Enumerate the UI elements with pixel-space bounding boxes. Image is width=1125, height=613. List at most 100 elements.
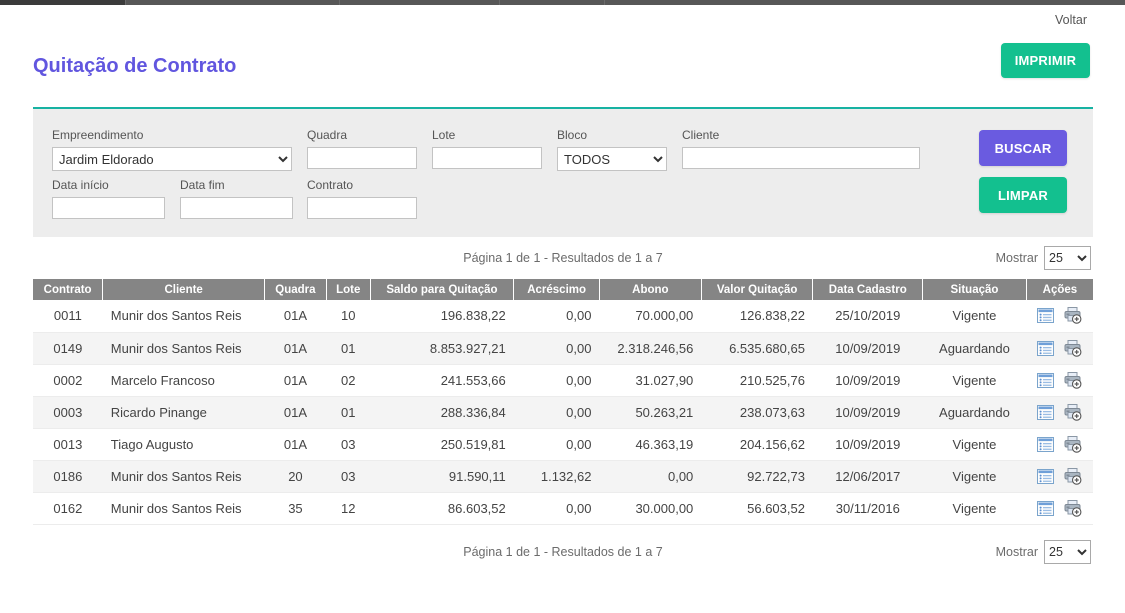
mostrar-select[interactable]: 25: [1044, 540, 1091, 564]
field-cliente: Cliente: [682, 128, 920, 169]
details-list-icon: [1037, 501, 1054, 516]
cell-valor-quitacao: 204.156,62: [701, 428, 813, 460]
pagination-summary: Página 1 de 1 - Resultados de 1 a 7: [33, 545, 1093, 559]
col-header-acoes: Ações: [1026, 279, 1093, 300]
cell-situacao: Vigente: [923, 428, 1027, 460]
cell-abono: 2.318.246,56: [599, 332, 701, 364]
cell-acrescimo: 0,00: [514, 428, 600, 460]
cell-saldo: 241.553,66: [370, 364, 514, 396]
details-action-button[interactable]: [1037, 373, 1054, 388]
cell-data-cadastro: 12/06/2017: [813, 460, 923, 492]
cell-lote: 10: [326, 300, 370, 332]
col-header-lote: Lote: [326, 279, 370, 300]
cell-lote: 01: [326, 332, 370, 364]
field-contrato: Contrato: [307, 178, 417, 219]
cell-contrato: 0162: [33, 492, 103, 524]
cell-contrato: 0186: [33, 460, 103, 492]
pagination-bar-bottom: Página 1 de 1 - Resultados de 1 a 7 Most…: [33, 538, 1093, 566]
print-plus-icon: [1064, 340, 1082, 357]
col-header-contrato: Contrato: [33, 279, 103, 300]
col-header-valor-quitacao: Valor Quitação: [701, 279, 813, 300]
mostrar-label: Mostrar: [996, 545, 1038, 559]
empreendimento-select[interactable]: Jardim Eldorado: [52, 147, 292, 171]
cell-quadra: 01A: [265, 300, 327, 332]
details-action-button[interactable]: [1037, 469, 1054, 484]
details-list-icon: [1037, 437, 1054, 452]
print-action-button[interactable]: [1064, 468, 1082, 485]
imprimir-button[interactable]: IMPRIMIR: [1001, 43, 1090, 78]
print-action-button[interactable]: [1064, 500, 1082, 517]
cell-abono: 70.000,00: [599, 300, 701, 332]
quadra-input[interactable]: [307, 147, 417, 169]
cell-situacao: Vigente: [923, 492, 1027, 524]
buscar-button[interactable]: BUSCAR: [979, 130, 1067, 166]
menu-strip-segment: [604, 0, 1125, 5]
col-header-abono: Abono: [599, 279, 701, 300]
bloco-label: Bloco: [557, 128, 667, 142]
voltar-link[interactable]: Voltar: [1055, 13, 1087, 27]
bloco-select[interactable]: TODOS: [557, 147, 667, 171]
details-action-button[interactable]: [1037, 405, 1054, 420]
mostrar-control: Mostrar 25: [996, 246, 1091, 270]
cell-lote: 01: [326, 396, 370, 428]
cell-cliente: Munir dos Santos Reis: [103, 332, 265, 364]
cell-acoes: [1026, 300, 1093, 332]
table-header-row: Contrato Cliente Quadra Lote Saldo para …: [33, 279, 1093, 300]
print-action-button[interactable]: [1064, 307, 1082, 324]
print-action-button[interactable]: [1064, 372, 1082, 389]
cell-data-cadastro: 10/09/2019: [813, 364, 923, 396]
page-title: Quitação de Contrato: [33, 55, 236, 78]
field-empreendimento: Empreendimento Jardim Eldorado: [52, 128, 292, 171]
details-list-icon: [1037, 341, 1054, 356]
top-menu-strip: [0, 0, 1125, 5]
data-fim-input[interactable]: [180, 197, 293, 219]
field-data-fim: Data fim: [180, 178, 293, 219]
cell-cliente: Munir dos Santos Reis: [103, 460, 265, 492]
cliente-label: Cliente: [682, 128, 920, 142]
mostrar-label: Mostrar: [996, 251, 1038, 265]
cell-saldo: 250.519,81: [370, 428, 514, 460]
cell-acoes: [1026, 396, 1093, 428]
empreendimento-label: Empreendimento: [52, 128, 292, 142]
cell-contrato: 0011: [33, 300, 103, 332]
cell-data-cadastro: 10/09/2019: [813, 332, 923, 364]
field-data-inicio: Data início: [52, 178, 165, 219]
data-inicio-input[interactable]: [52, 197, 165, 219]
print-action-button[interactable]: [1064, 436, 1082, 453]
details-action-button[interactable]: [1037, 341, 1054, 356]
mostrar-select[interactable]: 25: [1044, 246, 1091, 270]
table-row: 0149 Munir dos Santos Reis 01A 01 8.853.…: [33, 332, 1093, 364]
lote-input[interactable]: [432, 147, 542, 169]
print-action-button[interactable]: [1064, 404, 1082, 421]
details-action-button[interactable]: [1037, 437, 1054, 452]
cell-saldo: 91.590,11: [370, 460, 514, 492]
print-action-button[interactable]: [1064, 340, 1082, 357]
cell-valor-quitacao: 126.838,22: [701, 300, 813, 332]
cell-saldo: 86.603,52: [370, 492, 514, 524]
contrato-label: Contrato: [307, 178, 417, 192]
cliente-input[interactable]: [682, 147, 920, 169]
cell-abono: 50.263,21: [599, 396, 701, 428]
print-plus-icon: [1064, 500, 1082, 517]
col-header-acrescimo: Acréscimo: [514, 279, 600, 300]
table-row: 0186 Munir dos Santos Reis 20 03 91.590,…: [33, 460, 1093, 492]
data-inicio-label: Data início: [52, 178, 165, 192]
contrato-input[interactable]: [307, 197, 417, 219]
print-plus-icon: [1064, 468, 1082, 485]
cell-data-cadastro: 10/09/2019: [813, 428, 923, 460]
details-action-button[interactable]: [1037, 501, 1054, 516]
cell-cliente: Munir dos Santos Reis: [103, 492, 265, 524]
cell-acoes: [1026, 492, 1093, 524]
col-header-data-cadastro: Data Cadastro: [813, 279, 923, 300]
limpar-button[interactable]: LIMPAR: [979, 177, 1067, 213]
cell-acrescimo: 0,00: [514, 332, 600, 364]
menu-strip-segment: [125, 0, 339, 5]
filter-buttons: BUSCAR LIMPAR: [979, 130, 1067, 213]
cell-acoes: [1026, 428, 1093, 460]
details-action-button[interactable]: [1037, 308, 1054, 323]
cell-quadra: 20: [265, 460, 327, 492]
table-row: 0003 Ricardo Pinange 01A 01 288.336,84 0…: [33, 396, 1093, 428]
lote-label: Lote: [432, 128, 542, 142]
cell-cliente: Marcelo Francoso: [103, 364, 265, 396]
data-fim-label: Data fim: [180, 178, 293, 192]
